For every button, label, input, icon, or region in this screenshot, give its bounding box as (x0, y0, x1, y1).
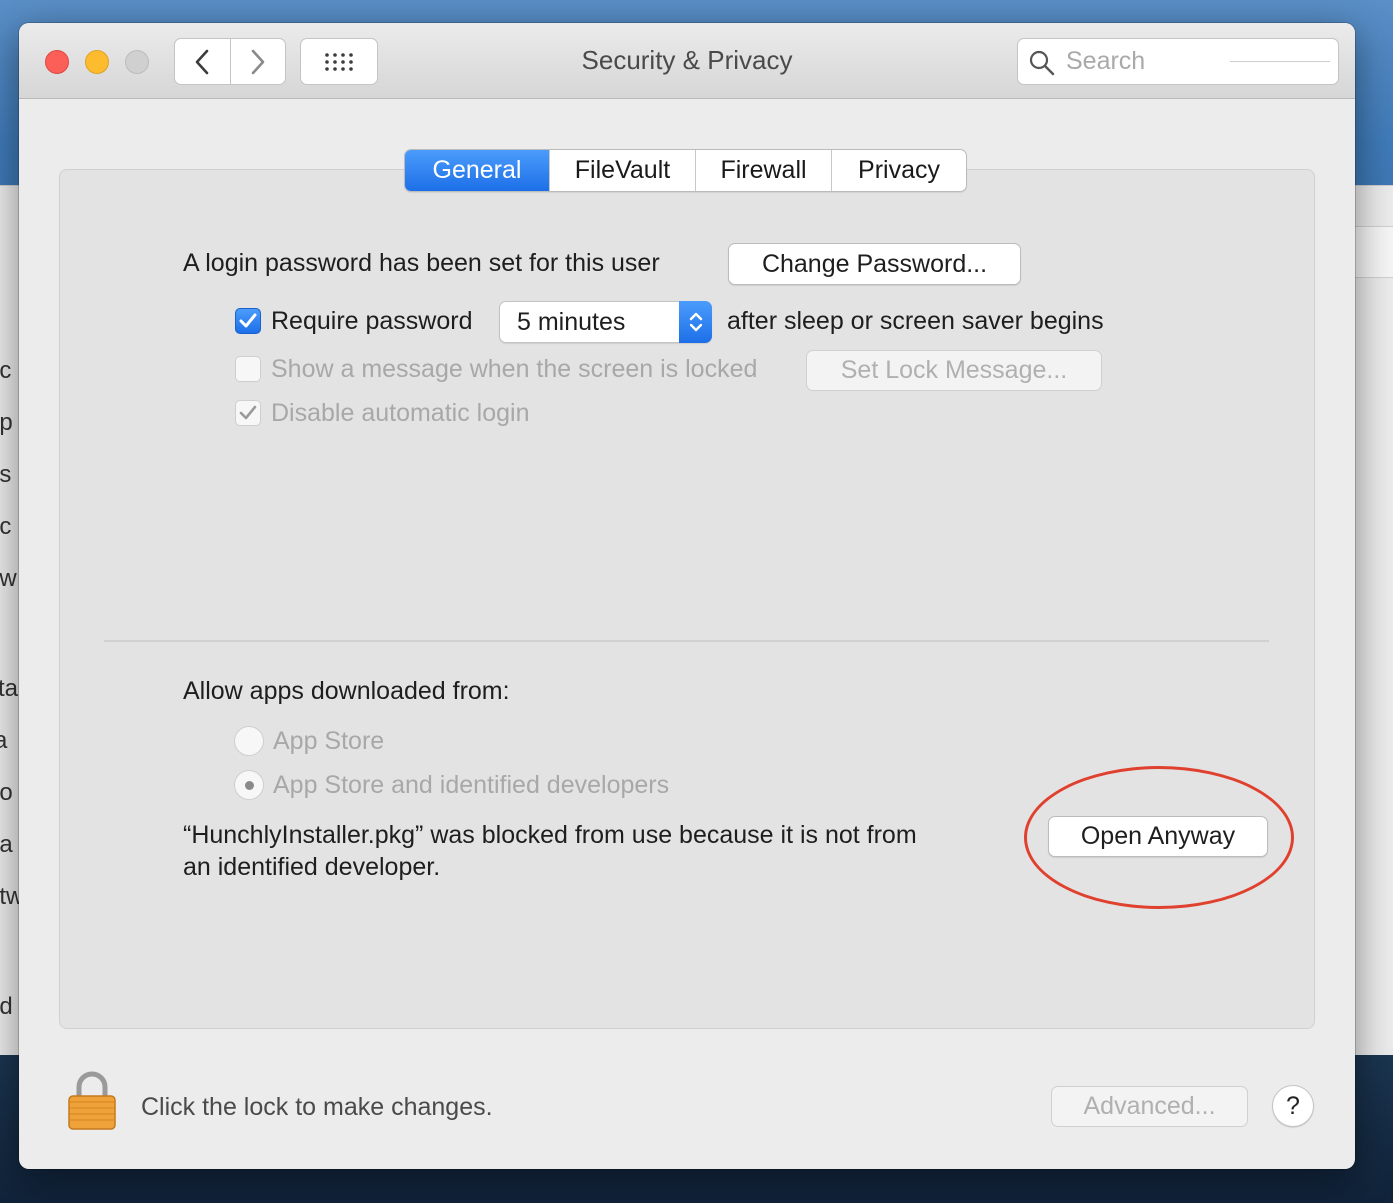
background-sidebar-text: oo (0, 779, 13, 806)
background-sidebar-text: na (0, 831, 13, 858)
advanced-button[interactable]: Advanced... (1051, 1086, 1248, 1127)
radio-selected-dot (245, 781, 254, 790)
background-sidebar-text: ed (0, 993, 13, 1020)
background-sidebar-text: oc (0, 513, 12, 540)
checkmark-icon (239, 405, 257, 420)
disable-auto-login-label: Disable automatic login (271, 399, 530, 427)
checkmark-icon (239, 313, 257, 328)
blocked-message-line2: an identified developer. (183, 853, 441, 881)
disable-auto-login-checkbox[interactable] (235, 400, 261, 426)
show-message-label: Show a message when the screen is locked (271, 355, 758, 383)
radio-app-store-label: App Store (273, 727, 385, 755)
change-password-button[interactable]: Change Password... (728, 243, 1021, 285)
login-password-text: A login password has been set for this u… (183, 249, 660, 277)
background-sidebar-text: ec (0, 357, 12, 384)
search-placeholder: Search (1066, 47, 1146, 75)
allow-apps-heading: Allow apps downloaded from: (183, 677, 510, 705)
tab-privacy[interactable]: Privacy (831, 150, 966, 191)
background-sidebar-text: ra (0, 727, 8, 754)
background-sidebar-text: op (0, 409, 13, 436)
updown-chevron-icon (689, 312, 702, 332)
tab-bar: General FileVault Firewall Privacy (404, 149, 967, 192)
radio-app-store-identified[interactable] (234, 770, 264, 800)
tab-firewall[interactable]: Firewall (695, 150, 831, 191)
section-divider (104, 640, 1269, 642)
search-field[interactable]: Search (1017, 38, 1339, 85)
after-sleep-text: after sleep or screen saver begins (727, 307, 1104, 335)
popup-arrows (679, 301, 712, 343)
show-message-checkbox[interactable] (235, 356, 261, 382)
require-password-label: Require password (271, 307, 473, 335)
title-bar: Security & Privacy Search (19, 23, 1355, 99)
background-toolbar-strip (1355, 226, 1393, 278)
background-sidebar-text: ow (0, 565, 17, 592)
password-delay-popup[interactable]: 5 minutes (499, 301, 712, 343)
set-lock-message-button[interactable]: Set Lock Message... (806, 350, 1102, 391)
radio-app-store-identified-label: App Store and identified developers (273, 771, 670, 799)
annotation-circle (1024, 766, 1294, 909)
search-underline (1230, 61, 1330, 62)
lock-hint-text: Click the lock to make changes. (141, 1093, 493, 1121)
tab-filevault[interactable]: FileVault (549, 150, 695, 191)
lock-icon[interactable] (67, 1071, 117, 1131)
require-password-checkbox[interactable] (235, 308, 261, 334)
help-button[interactable]: ? (1272, 1085, 1314, 1127)
password-delay-value: 5 minutes (517, 308, 626, 336)
radio-app-store[interactable] (234, 726, 264, 756)
background-sidebar-text: sta (0, 675, 19, 702)
background-sidebar-text: es (0, 461, 12, 488)
tab-general[interactable]: General (405, 150, 549, 191)
blocked-message-line1: “HunchlyInstaller.pkg” was blocked from … (183, 821, 917, 849)
search-icon (1029, 50, 1055, 76)
security-privacy-window: Security & Privacy Search General FileVa… (19, 23, 1355, 1169)
